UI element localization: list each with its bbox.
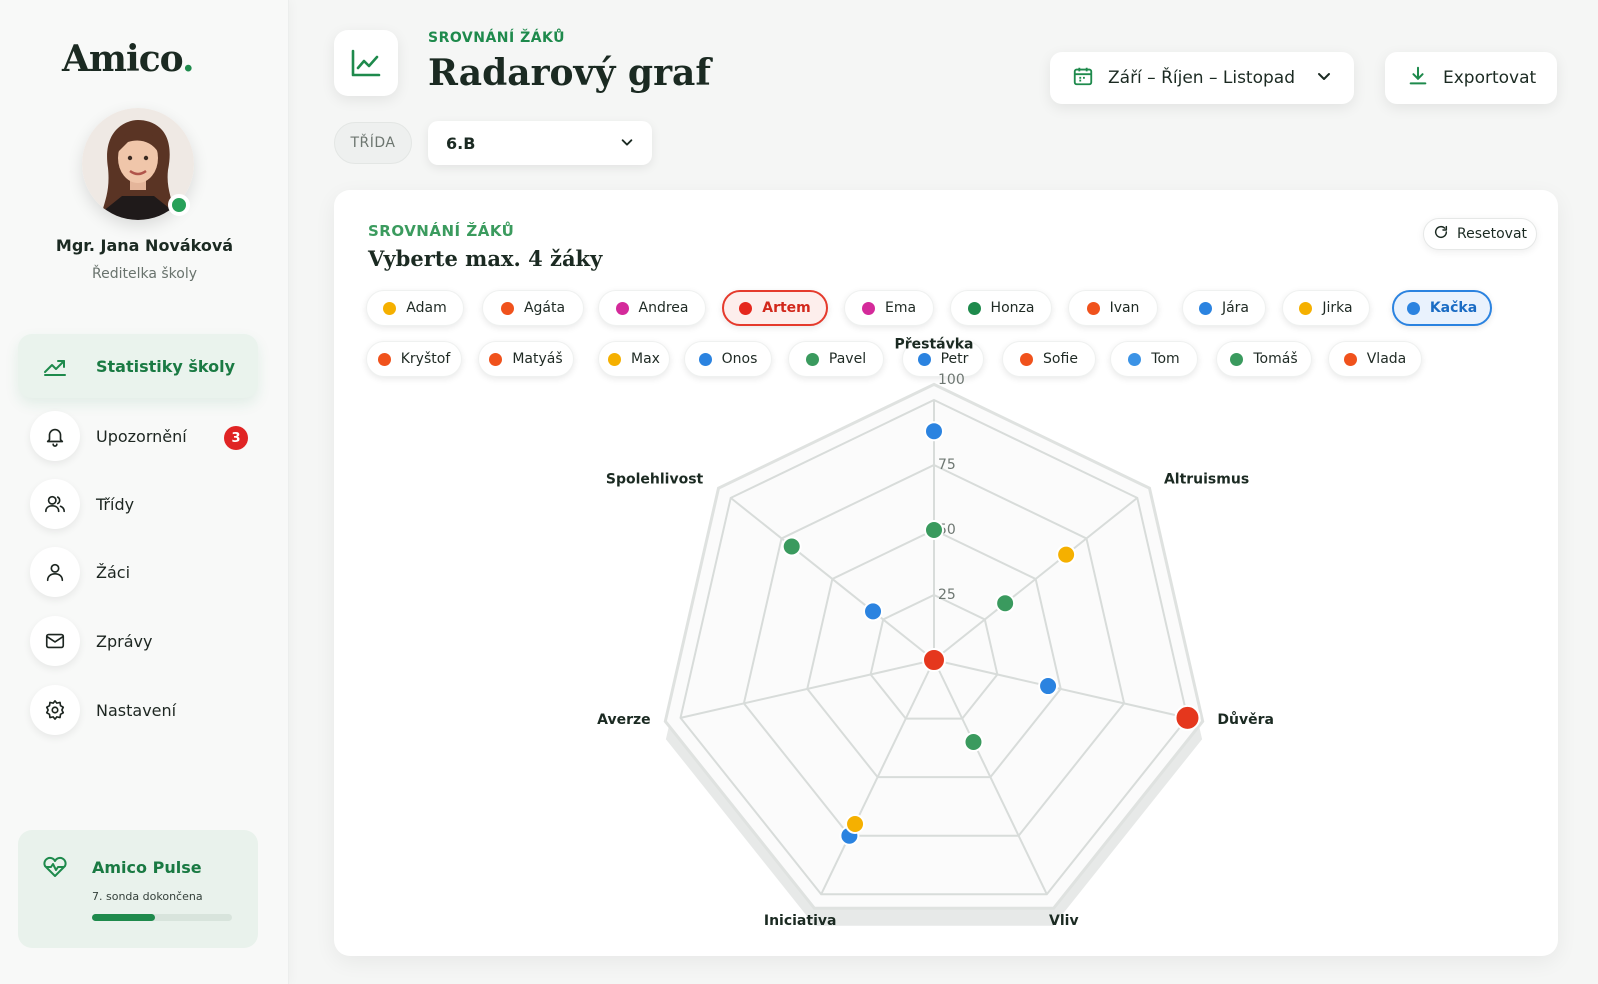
period-label: Září – Říjen – Listopad (1108, 68, 1295, 88)
radar-axis-label: Vliv (1049, 913, 1079, 929)
radar-point (963, 731, 984, 752)
period-select[interactable]: Září – Říjen – Listopad (1050, 52, 1354, 104)
notification-badge: 3 (224, 426, 248, 450)
chevron-down-icon (1316, 68, 1332, 88)
pulse-subtitle: 7. sonda dokončena (92, 890, 203, 903)
online-status-dot (168, 194, 190, 216)
radar-point (845, 813, 866, 834)
pulse-progress-bar (92, 914, 232, 921)
radar-chart: 255075100PřestávkaAltruismusDůvěraVlivIn… (597, 336, 1274, 929)
calendar-icon (1072, 65, 1094, 91)
class-select[interactable]: 6.B (428, 121, 652, 165)
users-icon (30, 479, 80, 529)
comparison-card: SROVNÁNÍ ŽÁKŮ Vyberte max. 4 žáky Reseto… (334, 190, 1558, 956)
radar-axis-label: Altruismus (1164, 471, 1249, 487)
radar-axis-label: Přestávka (894, 336, 973, 352)
radar-point (781, 536, 802, 557)
sidebar-item-tridy[interactable]: Třídy (18, 472, 258, 536)
radar-center-point (922, 648, 946, 672)
app-logo[interactable]: Amico. (62, 38, 195, 80)
radar-point (995, 593, 1016, 614)
bell-icon (30, 411, 80, 461)
class-value: 6.B (446, 133, 476, 153)
sidebar-item-upozorneni[interactable]: Upozornění 3 (18, 404, 258, 468)
radar-tick-label: 100 (938, 372, 965, 388)
sidebar-item-label: Žáci (96, 562, 131, 582)
sidebar-item-zaci[interactable]: Žáci (18, 540, 258, 604)
radar-point (863, 601, 884, 622)
user-icon (30, 547, 80, 597)
page-eyebrow: SROVNÁNÍ ŽÁKŮ (428, 30, 566, 46)
radar-point (1038, 676, 1059, 697)
radar-axis-label: Averze (597, 712, 651, 728)
sidebar: Amico. Mgr. Jana Nováková Ředitelka škol… (0, 0, 289, 984)
sidebar-item-label: Zprávy (96, 631, 153, 651)
export-label: Exportovat (1443, 68, 1537, 88)
download-icon (1407, 65, 1429, 91)
mail-icon (30, 616, 80, 666)
chart-line-icon (30, 341, 80, 391)
user-name: Mgr. Jana Nováková (55, 236, 234, 255)
radar-axis-label: Iniciativa (764, 913, 837, 929)
user-role: Ředitelka školy (91, 266, 197, 282)
sidebar-item-nastaveni[interactable]: Nastavení (18, 678, 258, 742)
sidebar-item-zpravy[interactable]: Zprávy (18, 609, 258, 673)
export-button[interactable]: Exportovat (1385, 52, 1557, 104)
sidebar-item-label: Statistiky školy (96, 356, 236, 376)
radar-axis-label: Spolehlivost (606, 471, 704, 487)
page-title: Radarový graf (428, 52, 711, 94)
radar-point (924, 421, 944, 442)
chart-header-icon (334, 30, 398, 96)
pulse-progress-fill (92, 914, 155, 921)
sidebar-item-label: Nastavení (96, 700, 177, 720)
amico-pulse-card[interactable]: Amico Pulse 7. sonda dokončena (18, 830, 258, 948)
radar-point (924, 520, 944, 540)
class-label: TŘÍDA (334, 122, 412, 164)
radar-axis-label: Důvěra (1217, 711, 1274, 728)
chevron-down-icon (620, 134, 634, 153)
heart-pulse-icon (42, 856, 68, 882)
sidebar-item-label: Upozornění (96, 426, 187, 446)
sidebar-item-statistiky[interactable]: Statistiky školy (18, 334, 258, 398)
sidebar-item-label: Třídy (96, 494, 135, 514)
radar-tick-label: 25 (938, 587, 956, 603)
radar-point (1056, 544, 1077, 565)
pulse-title: Amico Pulse (92, 858, 202, 877)
radar-point (1174, 704, 1201, 731)
radar-tick-label: 75 (938, 457, 956, 473)
gear-icon (30, 685, 80, 735)
